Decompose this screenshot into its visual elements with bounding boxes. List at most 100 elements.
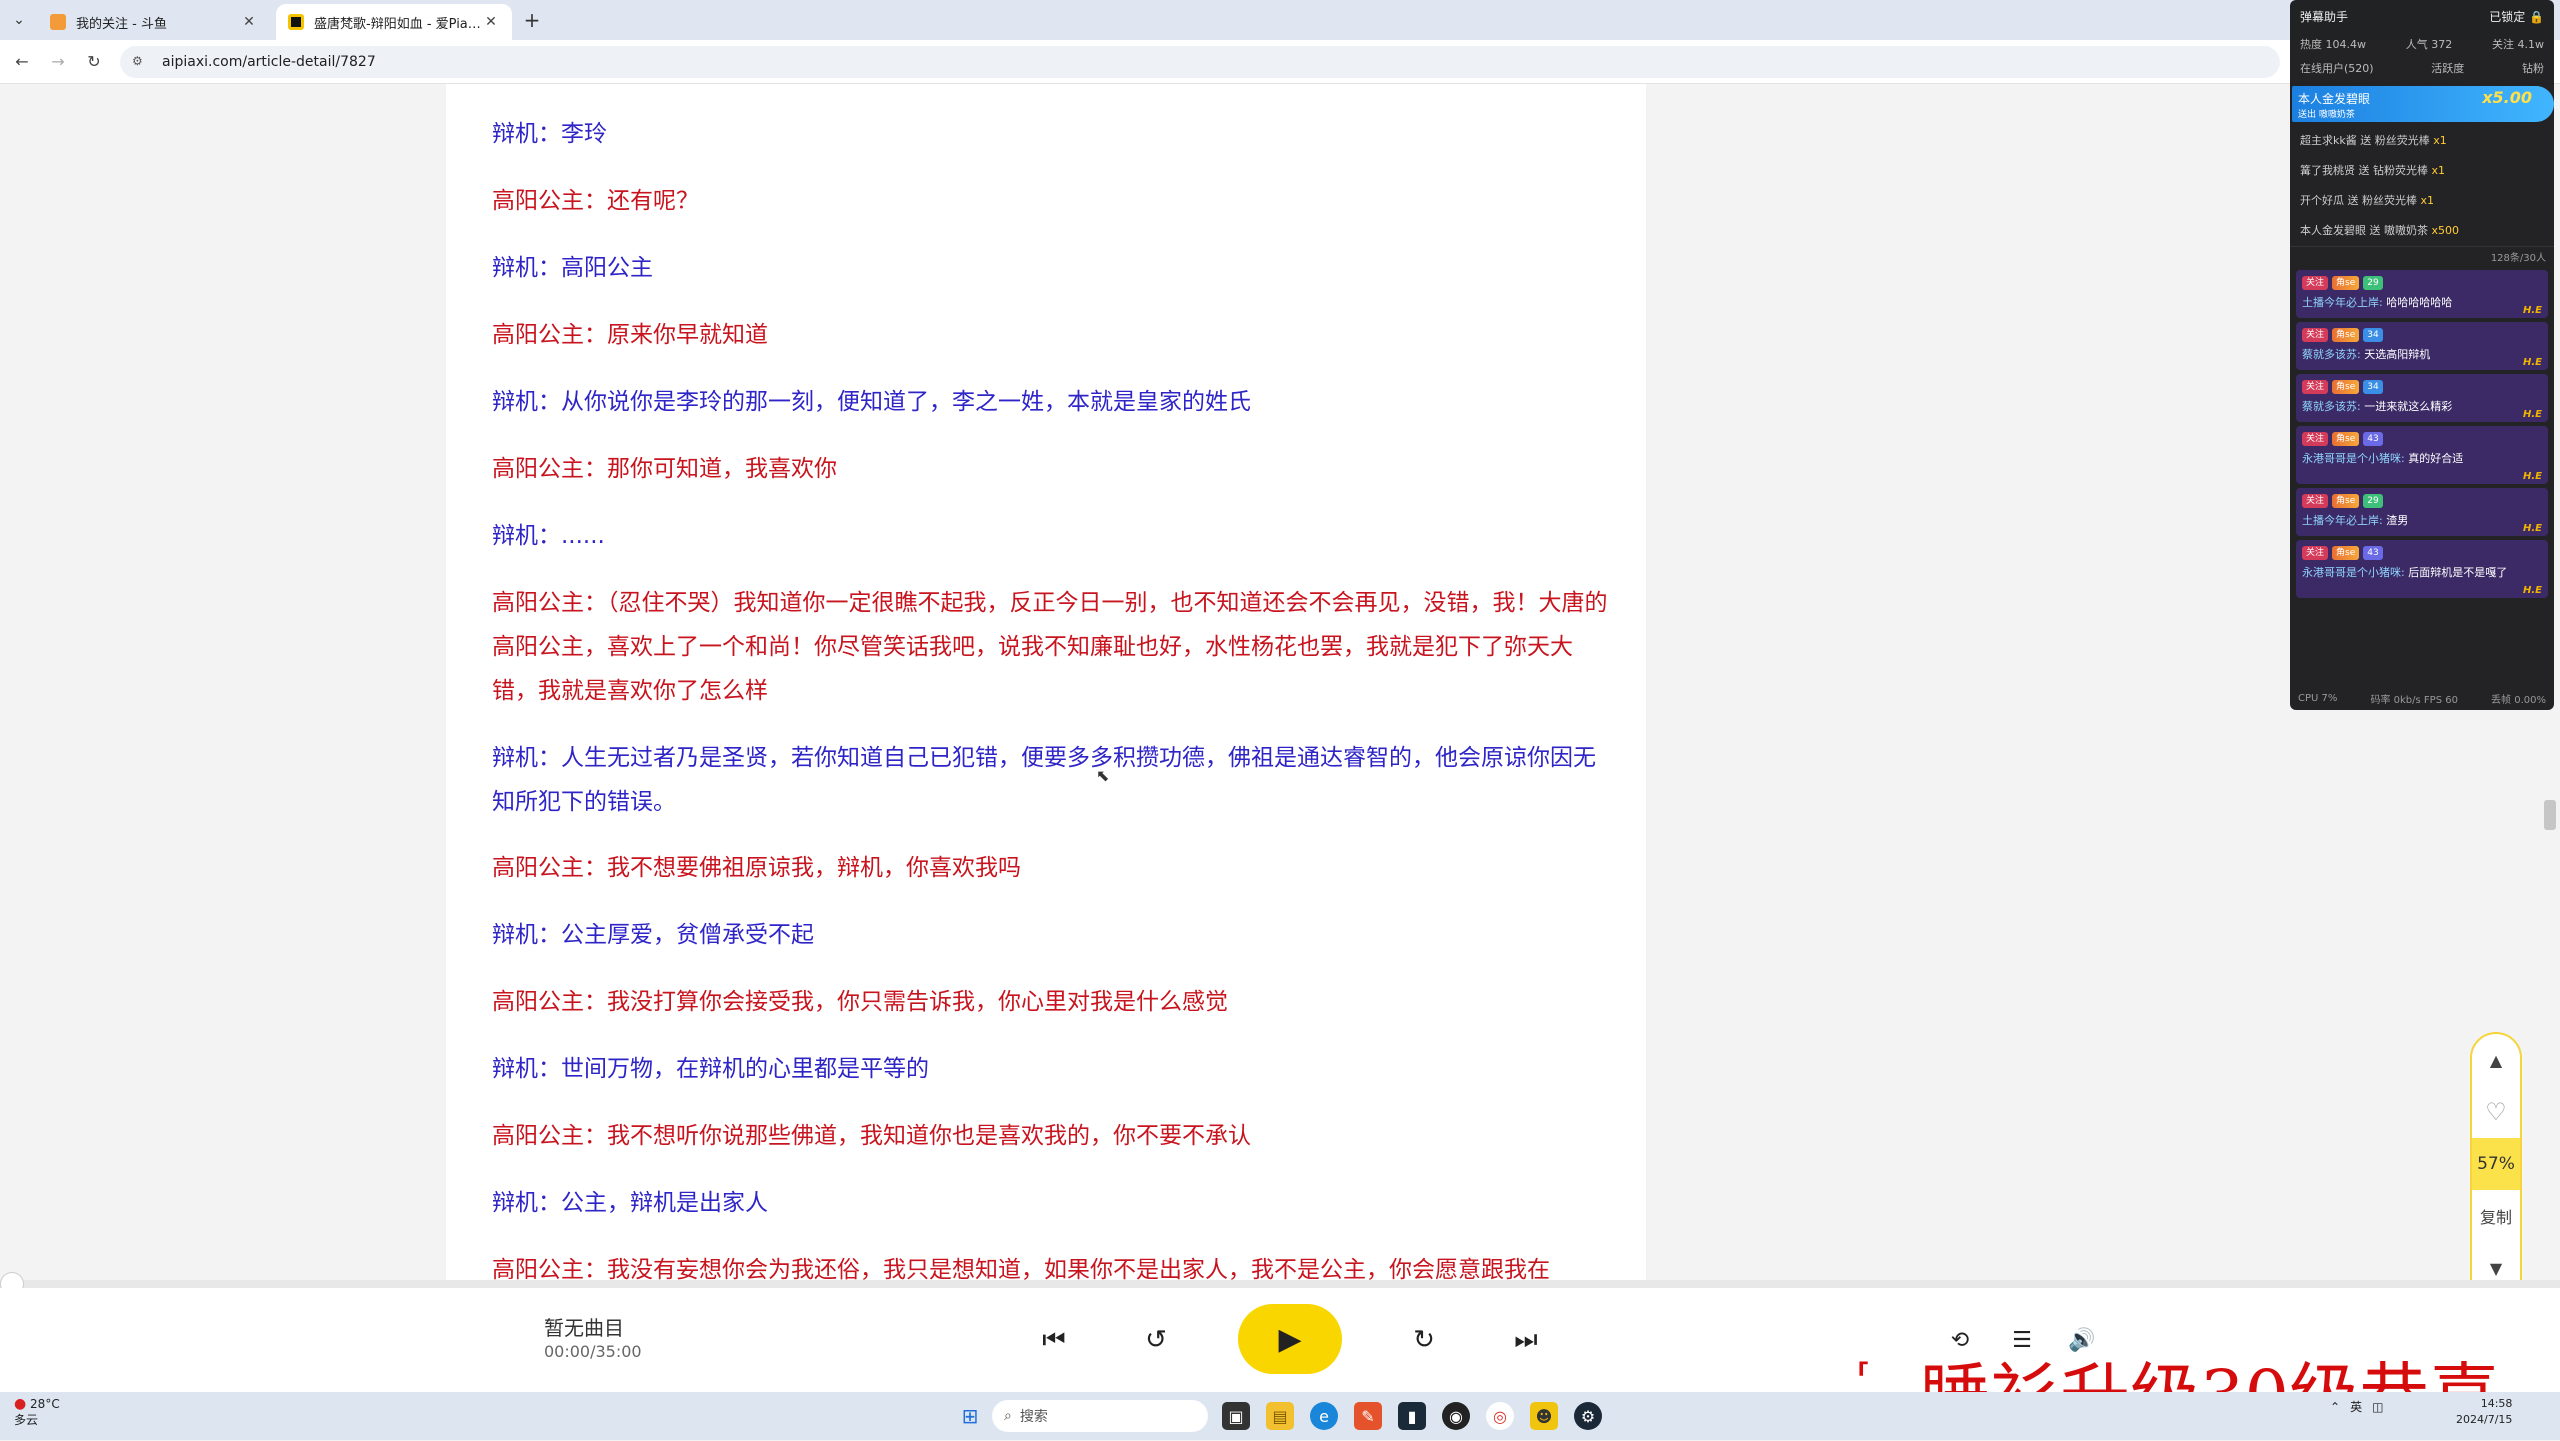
cpu-usage: CPU 7% — [2298, 692, 2338, 704]
stat-heat: 热度 104.4w — [2300, 38, 2366, 51]
page-scrollbar-thumb[interactable] — [2544, 800, 2556, 830]
audio-progress-bar[interactable] — [0, 1272, 2560, 1296]
he-tag: H.E — [2523, 409, 2542, 420]
windows-start-icon[interactable]: ⊞ — [956, 1402, 984, 1430]
banner-amount: x5.00 — [2482, 88, 2532, 107]
level-badge: 34 — [2363, 328, 2383, 342]
clock-date: 2024/7/15 — [2456, 1413, 2513, 1426]
dialogue-line: 高阳公主：我没打算你会接受我，你只需告诉我，你心里对我是什么感觉 — [492, 989, 1228, 1015]
chat-text: 真的好合适 — [2408, 452, 2464, 465]
track-title: 暂无曲目 — [544, 1316, 624, 1340]
lock-icon: 🔒 — [2529, 9, 2544, 24]
chat-user: 蔡就多该苏: — [2302, 348, 2361, 361]
reading-side-widget: ▲ ♡ 57% 复制 ▼ — [2470, 1032, 2522, 1308]
taskbar-search[interactable]: ⌕ 搜索 — [992, 1400, 1208, 1432]
gift-banner: 本人金发碧眼 送出 嗷嗷奶茶 x5.00 — [2292, 86, 2554, 122]
network-icon[interactable]: ◫ — [2372, 1400, 2383, 1414]
dialogue-line: 辩机：...... — [492, 523, 605, 549]
weather-widget[interactable]: ● 28°C 多云 — [14, 1396, 60, 1428]
terminal-icon[interactable]: ▮ — [1398, 1402, 1426, 1430]
tray-chevron-icon[interactable]: ⌃ — [2330, 1400, 2340, 1414]
reload-icon[interactable]: ↻ — [82, 50, 106, 74]
search-placeholder: 搜索 — [1019, 1409, 1048, 1425]
gift-row: 本人金发碧眼 送 嗷嗷奶茶 x500 — [2290, 216, 2554, 246]
dialogue-line: 高阳公主：原来你早就知道 — [492, 322, 768, 348]
fan-badge: 角se — [2332, 380, 2360, 394]
gift-text: 篝了我桃贤 送 钻粉荧光棒 — [2300, 164, 2428, 177]
tab-online-users[interactable]: 在线用户(520) — [2300, 60, 2374, 76]
mouse-cursor-icon: ⬉ — [1096, 766, 1110, 785]
copy-button[interactable]: 复制 — [2472, 1190, 2520, 1242]
he-tag: H.E — [2523, 357, 2542, 368]
fan-badge: 角se — [2332, 328, 2360, 342]
script-article: 辩机：李玲 高阳公主：还有呢？ 辩机：高阳公主 高阳公主：原来你早就知道 辩机：… — [446, 84, 1646, 1284]
search-icon: ⌕ — [1004, 1408, 1012, 1424]
obs-icon[interactable]: ◉ — [1442, 1402, 1470, 1430]
gift-row: 开个好瓜 送 粉丝荧光棒 x1 — [2290, 186, 2554, 216]
site-settings-icon[interactable]: ⚙ — [132, 54, 148, 70]
dialogue-line: 辩机：高阳公主 — [492, 255, 653, 281]
forward-arrow-icon[interactable]: → — [46, 50, 70, 74]
system-tray: ⌃ 英 ◫ — [2330, 1398, 2383, 1415]
danmaku-footer: CPU 7% 码率 0kb/s FPS 60 丢帧 0.00% — [2290, 686, 2554, 710]
chat-text: 哈哈哈哈哈哈 — [2386, 296, 2453, 309]
browser-tab-bar: ⌄ 我的关注 - 斗鱼 ✕ 盛唐梵歌-辩阳如血 - 爱Pia戏网 ✕ + — [0, 0, 2560, 40]
dialogue-line: 高阳公主：我没有妄想你会为我还俗，我只是想知道，如果你不是出家人，我不是公主，你… — [492, 1257, 1550, 1283]
chat-user: 永港哥哥是个小猪咪: — [2302, 452, 2405, 465]
tab-title: 盛唐梵歌-辩阳如血 - 爱Pia戏网 — [314, 16, 482, 32]
new-tab-plus-icon[interactable]: + — [520, 8, 544, 32]
next-track-icon[interactable]: ⏭ — [1508, 1322, 1544, 1358]
system-clock[interactable]: 14:58 2024/7/15 — [2456, 1396, 2512, 1428]
danmaku-stats: 热度 104.4w 人气 372 关注 4.1w — [2290, 32, 2554, 56]
rewind-15-icon[interactable]: ↺ — [1136, 1322, 1176, 1358]
chat-message: 关注 角se 29 土播今年必上岸: 渣男 H.E — [2296, 488, 2548, 536]
dialogue-line: 高阳公主：那你可知道，我喜欢你 — [492, 456, 837, 482]
heart-icon[interactable]: ♡ — [2472, 1086, 2520, 1138]
fan-badge: 角se — [2332, 546, 2360, 560]
app-icon[interactable]: ✎ — [1354, 1402, 1382, 1430]
follow-badge[interactable]: 关注 — [2302, 276, 2329, 290]
he-tag: H.E — [2523, 305, 2542, 316]
forward-15-icon[interactable]: ↻ — [1404, 1322, 1444, 1358]
file-explorer-icon[interactable]: ▤ — [1266, 1402, 1294, 1430]
tab-diamond-fans[interactable]: 钻粉 — [2522, 60, 2544, 76]
back-arrow-icon[interactable]: ← — [10, 50, 34, 74]
follow-badge[interactable]: 关注 — [2302, 432, 2329, 446]
follow-badge[interactable]: 关注 — [2302, 546, 2329, 560]
chrome-browser-icon[interactable]: ◎ — [1486, 1402, 1514, 1430]
tab-douyu[interactable]: 我的关注 - 斗鱼 ✕ — [38, 4, 270, 40]
gift-row: 篝了我桃贤 送 钻粉荧光棒 x1 — [2290, 156, 2554, 186]
edge-browser-icon[interactable]: e — [1310, 1402, 1338, 1430]
tab-close-icon[interactable]: ✕ — [482, 14, 500, 30]
follow-badge[interactable]: 关注 — [2302, 328, 2329, 342]
gift-row: 超主求kk酱 送 粉丝荧光棒 x1 — [2290, 126, 2554, 156]
previous-track-icon[interactable]: ⏮ — [1036, 1322, 1072, 1358]
chat-message: 关注 角se 34 蔡就多该苏: 一进来就这么精彩 H.E — [2296, 374, 2548, 422]
chat-text: 一进来就这么精彩 — [2364, 400, 2453, 413]
online-count: 128条/30人 — [2290, 246, 2554, 266]
tab-close-icon[interactable]: ✕ — [240, 14, 258, 30]
chat-message: 关注 角se 34 蔡就多该苏: 天选高阳辩机 H.E — [2296, 322, 2548, 370]
scroll-up-arrow-icon[interactable]: ▲ — [2472, 1034, 2520, 1086]
play-button[interactable]: ▶ — [1238, 1304, 1342, 1374]
chat-text: 渣男 — [2386, 514, 2409, 527]
chat-message: 关注 角se 43 永港哥哥是个小猪咪: 真的好合适 H.E — [2296, 426, 2548, 484]
danmaku-header: 弹幕助手 已锁定 🔒 — [2290, 0, 2554, 32]
lock-status[interactable]: 已锁定 🔒 — [2489, 8, 2544, 25]
steam-icon[interactable]: ⚙ — [1574, 1402, 1602, 1430]
address-bar[interactable]: ⚙ aipiaxi.com/article-detail/7827 — [120, 46, 2280, 78]
task-view-icon[interactable]: ▣ — [1222, 1402, 1250, 1430]
he-tag: H.E — [2523, 585, 2542, 596]
dialogue-line: 高阳公主：（忍住不哭）我知道你一定很瞧不起我，反正今日一别，也不知道还会不会再见… — [492, 590, 1608, 704]
follow-badge[interactable]: 关注 — [2302, 494, 2329, 508]
fan-badge: 角se — [2332, 432, 2360, 446]
clock-time: 14:58 — [2480, 1397, 2513, 1410]
weather-icon: ● — [14, 1396, 27, 1412]
input-method[interactable]: 英 — [2350, 1398, 2362, 1415]
tab-activity[interactable]: 活跃度 — [2431, 60, 2464, 76]
follow-badge[interactable]: 关注 — [2302, 380, 2329, 394]
tab-search-chevron-icon[interactable]: ⌄ — [6, 8, 32, 32]
douyu-app-icon[interactable]: ☻ — [1530, 1402, 1558, 1430]
tab-aipiaxi[interactable]: 盛唐梵歌-辩阳如血 - 爱Pia戏网 ✕ — [276, 4, 512, 40]
stat-popularity: 人气 372 — [2405, 38, 2453, 51]
